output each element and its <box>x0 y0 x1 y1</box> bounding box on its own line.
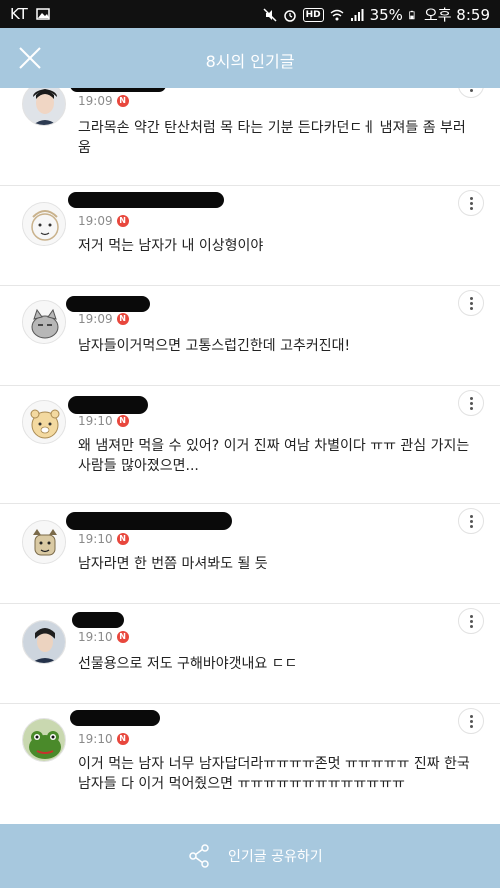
comment-time: 19:09 <box>78 312 113 326</box>
comment-text: 왜 냄져만 먹을 수 있어? 이거 진짜 여남 차별이다 ㅠㅠ 관심 가지는 사… <box>78 438 470 474</box>
comment-meta: 19:09 N <box>78 214 129 228</box>
new-badge: N <box>116 415 129 427</box>
status-bar: KT HD 35% 오후 8:59 <box>0 0 500 28</box>
new-badge: N <box>116 733 129 745</box>
new-badge: N <box>116 631 129 643</box>
redacted-name <box>70 88 166 92</box>
mute-icon <box>263 7 277 22</box>
redacted-name <box>72 612 124 628</box>
new-badge: N <box>116 95 129 107</box>
comment-meta: 19:10 N <box>78 732 129 746</box>
redacted-name <box>66 512 232 530</box>
avatar <box>22 202 66 246</box>
redacted-name <box>68 396 148 414</box>
character-icon <box>23 521 65 563</box>
comment-item: 19:09 N 남자들이거먹으면 고통스럽긴한데 고추커진대! <box>0 286 500 386</box>
status-bar-right: HD 35% 오후 8:59 <box>263 4 490 25</box>
comment-meta: 19:10 N <box>78 414 129 428</box>
comment-meta: 19:09 N <box>78 312 129 326</box>
comment-item: 19:09 N 그라목손 약간 탄산처럼 목 타는 기분 든다카던ㄷㅔ 냄져들 … <box>0 88 500 186</box>
clock: 오후 8:59 <box>423 6 490 24</box>
avatar <box>22 88 66 126</box>
comment-time: 19:10 <box>78 532 113 546</box>
battery-icon <box>409 10 415 19</box>
comment-meta: 19:10 N <box>78 532 129 546</box>
comment-item: 19:10 N 선물용으로 저도 구해바야갯내요 ㄷㄷ <box>0 604 500 704</box>
comment-meta: 19:09 N <box>78 94 129 108</box>
avatar <box>22 300 66 344</box>
more-options-button[interactable] <box>458 190 484 216</box>
redacted-name <box>70 710 160 726</box>
share-label: 인기글 공유하기 <box>228 849 323 865</box>
comment-time: 19:09 <box>78 94 113 108</box>
app-header: 8시의 인기글 <box>0 28 500 88</box>
comment-text: 이거 먹는 남자 너무 남자답더라ㅠㅠㅠㅠ존멋 ㅠㅠㅠㅠㅠ 진짜 한국 남자들 … <box>78 756 470 792</box>
comment-text: 선물용으로 저도 구해바야갯내요 ㄷㄷ <box>78 656 298 672</box>
character-icon <box>23 203 65 245</box>
page-title: 8시의 인기글 <box>205 52 295 71</box>
character-icon <box>23 401 65 443</box>
alarm-icon <box>283 9 296 22</box>
comment-meta: 19:10 N <box>78 630 129 644</box>
redacted-name <box>68 192 224 208</box>
comment-text: 남자들이거먹으면 고통스럽긴한데 고추커진대! <box>78 338 351 354</box>
share-bar[interactable]: 인기글 공유하기 <box>0 824 500 888</box>
wifi-icon <box>330 9 344 20</box>
comment-time: 19:10 <box>78 630 113 644</box>
more-options-button[interactable] <box>458 708 484 734</box>
more-options-button[interactable] <box>458 290 484 316</box>
carrier-label: KT <box>10 5 28 23</box>
gallery-icon <box>36 8 50 20</box>
more-options-button[interactable] <box>458 608 484 634</box>
comment-item: 19:09 N 저거 먹는 남자가 내 이상형이야 <box>0 186 500 286</box>
more-options-button[interactable] <box>458 88 484 98</box>
frog-photo-icon <box>23 719 65 761</box>
comment-item: 19:10 N 왜 냄져만 먹을 수 있어? 이거 진짜 여남 차별이다 ㅠㅠ … <box>0 386 500 504</box>
avatar <box>22 520 66 564</box>
battery-percent: 35% <box>369 5 403 24</box>
comment-text: 그라목손 약간 탄산처럼 목 타는 기분 든다카던ㄷㅔ 냄져들 좀 부러움 <box>78 120 466 156</box>
character-icon <box>23 301 65 343</box>
share-icon <box>189 844 209 868</box>
signal-icon <box>350 8 364 21</box>
avatar <box>22 718 66 762</box>
hd-icon: HD <box>302 7 324 22</box>
user-photo-icon <box>23 88 65 125</box>
comment-time: 19:10 <box>78 414 113 428</box>
new-badge: N <box>116 533 129 545</box>
redacted-name <box>66 296 150 312</box>
comment-text: 남자라면 한 번쯤 마셔봐도 될 듯 <box>78 556 268 572</box>
more-options-button[interactable] <box>458 390 484 416</box>
new-badge: N <box>116 313 129 325</box>
status-bar-left: KT <box>10 5 50 23</box>
comment-text: 저거 먹는 남자가 내 이상형이야 <box>78 238 264 254</box>
comment-item: 19:10 N 남자라면 한 번쯤 마셔봐도 될 듯 <box>0 504 500 604</box>
comment-time: 19:10 <box>78 732 113 746</box>
new-badge: N <box>116 215 129 227</box>
avatar <box>22 400 66 444</box>
comment-list[interactable]: 19:09 N 그라목손 약간 탄산처럼 목 타는 기분 든다카던ㄷㅔ 냄져들 … <box>0 88 500 824</box>
user-photo-icon <box>23 621 65 663</box>
comment-item: 19:10 N 이거 먹는 남자 너무 남자답더라ㅠㅠㅠㅠ존멋 ㅠㅠㅠㅠㅠ 진짜… <box>0 704 500 824</box>
comment-time: 19:09 <box>78 214 113 228</box>
more-options-button[interactable] <box>458 508 484 534</box>
avatar <box>22 620 66 664</box>
